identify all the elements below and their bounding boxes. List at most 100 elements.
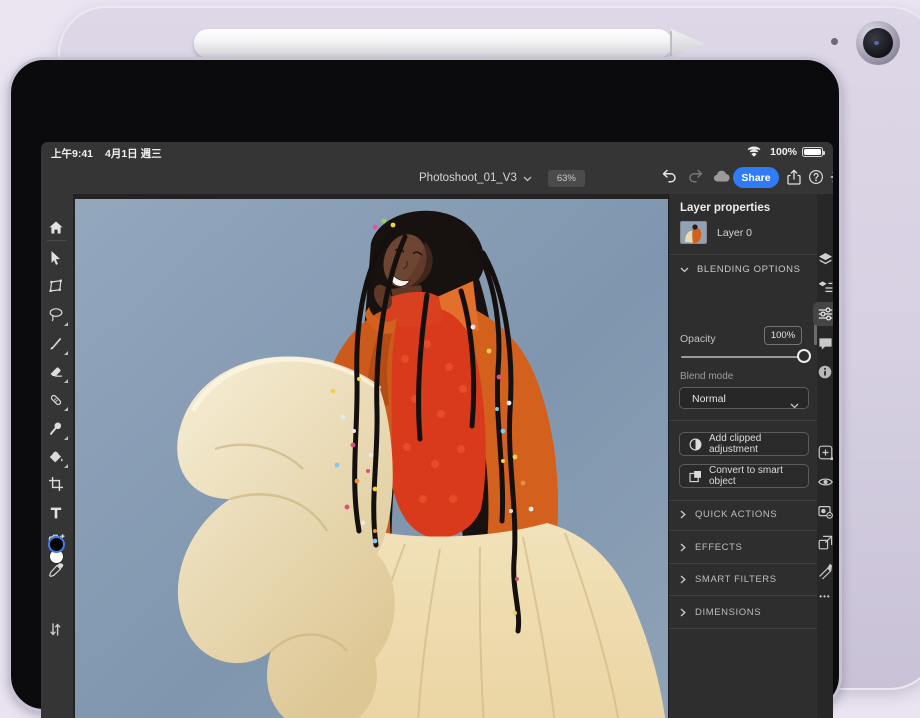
section-effects[interactable]: EFFECTS bbox=[680, 537, 742, 557]
tool-options-indicator bbox=[64, 407, 68, 411]
layer-name: Layer 0 bbox=[717, 227, 752, 239]
layer-mask-icon[interactable] bbox=[813, 500, 833, 524]
effects-label: EFFECTS bbox=[695, 542, 742, 553]
divider bbox=[669, 530, 818, 531]
divider bbox=[669, 420, 818, 421]
add-clipped-adjustment-button[interactable]: Add clipped adjustment bbox=[679, 432, 809, 456]
product-scene: 上午9:41 4月1日 週三 100% Photoshoot_01_V3 63% bbox=[0, 0, 920, 718]
cloud-sync-icon[interactable] bbox=[713, 169, 731, 187]
share-button[interactable]: Share bbox=[733, 167, 779, 188]
heal-icon[interactable] bbox=[813, 558, 833, 582]
divider bbox=[669, 595, 818, 596]
tool-options-indicator bbox=[64, 322, 68, 326]
front-ipad: 上午9:41 4月1日 週三 100% Photoshoot_01_V3 63% bbox=[8, 57, 842, 712]
quick-actions-label: QUICK ACTIONS bbox=[695, 509, 777, 520]
color-swatches[interactable] bbox=[46, 536, 68, 566]
chevron-right-icon bbox=[680, 543, 686, 552]
adjustments-icon-selected[interactable] bbox=[813, 302, 833, 326]
tool-options-indicator bbox=[64, 436, 68, 440]
section-quick-actions[interactable]: QUICK ACTIONS bbox=[680, 504, 777, 524]
swap-colors-icon[interactable] bbox=[48, 622, 66, 640]
move-tool[interactable] bbox=[48, 250, 66, 268]
panel-icon-strip: ••• bbox=[817, 194, 833, 718]
chevron-right-icon bbox=[680, 575, 686, 584]
smart-filters-label: SMART FILTERS bbox=[695, 574, 777, 585]
layers-icon[interactable] bbox=[813, 247, 833, 271]
type-tool[interactable] bbox=[48, 505, 66, 523]
chevron-right-icon bbox=[680, 510, 686, 519]
chevron-down-icon bbox=[680, 267, 689, 273]
home-button[interactable] bbox=[48, 220, 66, 238]
document-name: Photoshoot_01_V3 bbox=[419, 172, 517, 184]
chevron-down-icon bbox=[790, 396, 799, 414]
photo-layer bbox=[75, 199, 668, 718]
apple-pencil-body bbox=[194, 29, 672, 58]
layer-properties-panel: Layer properties Layer 0 BLENDING OPTION… bbox=[668, 194, 817, 718]
divider bbox=[669, 254, 818, 255]
ipad-screen: 上午9:41 4月1日 週三 100% Photoshoot_01_V3 63% bbox=[41, 142, 833, 718]
foreground-color-swatch[interactable] bbox=[48, 536, 65, 553]
blend-mode-value: Normal bbox=[692, 393, 726, 405]
crop-tool[interactable] bbox=[48, 476, 66, 494]
opacity-slider-track[interactable] bbox=[681, 356, 807, 358]
opacity-slider-knob[interactable] bbox=[797, 349, 811, 363]
more-options-icon[interactable]: ••• bbox=[811, 592, 833, 601]
blending-options-header[interactable]: BLENDING OPTIONS bbox=[680, 264, 801, 275]
add-clipped-adjustment-label: Add clipped adjustment bbox=[709, 433, 808, 455]
apple-pencil-seam bbox=[670, 31, 672, 56]
divider bbox=[669, 563, 818, 564]
visibility-icon[interactable] bbox=[813, 470, 833, 494]
battery-percent: 100% bbox=[770, 146, 797, 158]
convert-smart-object-label: Convert to smart object bbox=[709, 465, 808, 487]
section-smart-filters[interactable]: SMART FILTERS bbox=[680, 569, 777, 589]
divider bbox=[669, 628, 818, 629]
place-embedded-icon[interactable] bbox=[813, 530, 833, 554]
blend-mode-label: Blend mode bbox=[680, 371, 733, 382]
rear-camera-glint bbox=[874, 41, 879, 45]
toolbar-divider bbox=[47, 240, 67, 241]
transform-tool[interactable] bbox=[48, 278, 66, 296]
layer-properties-icon[interactable] bbox=[813, 275, 833, 299]
wifi-icon bbox=[747, 145, 761, 160]
chevron-right-icon bbox=[680, 608, 686, 617]
tools-sidebar bbox=[41, 194, 73, 718]
share-label: Share bbox=[741, 172, 770, 184]
convert-smart-object-button[interactable]: Convert to smart object bbox=[679, 464, 809, 488]
document-canvas[interactable] bbox=[73, 194, 668, 718]
chevron-down-icon bbox=[523, 169, 532, 187]
export-icon[interactable] bbox=[786, 169, 804, 187]
tool-options-indicator bbox=[64, 379, 68, 383]
opacity-label: Opacity bbox=[680, 333, 716, 345]
tool-options-indicator bbox=[64, 351, 68, 355]
status-bar: 上午9:41 4月1日 週三 100% bbox=[41, 142, 833, 162]
undo-button[interactable] bbox=[661, 169, 679, 187]
zoom-level-badge[interactable]: 63% bbox=[548, 170, 585, 187]
document-title-menu[interactable]: Photoshoot_01_V3 63% bbox=[419, 169, 585, 187]
section-dimensions[interactable]: DIMENSIONS bbox=[680, 602, 761, 622]
blend-mode-select[interactable]: Normal bbox=[679, 387, 809, 409]
opacity-value-field[interactable]: 100% bbox=[764, 326, 802, 345]
lasso-tool[interactable] bbox=[48, 307, 66, 325]
layer-thumbnail bbox=[680, 221, 707, 244]
dimensions-label: DIMENSIONS bbox=[695, 607, 761, 618]
info-icon[interactable] bbox=[813, 360, 833, 384]
adjustment-icon bbox=[689, 438, 702, 451]
settings-gear-icon[interactable] bbox=[830, 169, 833, 187]
fill-tool[interactable] bbox=[48, 449, 66, 467]
eraser-tool[interactable] bbox=[48, 364, 66, 382]
panel-title: Layer properties bbox=[680, 202, 770, 214]
status-time: 上午9:41 bbox=[51, 146, 93, 161]
smart-object-icon bbox=[689, 470, 702, 483]
tool-options-indicator bbox=[64, 464, 68, 468]
healing-tool[interactable] bbox=[48, 392, 66, 410]
app-toolbar: Photoshoot_01_V3 63% Share bbox=[41, 162, 833, 194]
add-layer-icon[interactable] bbox=[813, 440, 833, 464]
brush-tool[interactable] bbox=[48, 336, 66, 354]
smudge-tool[interactable] bbox=[48, 421, 66, 439]
status-date: 4月1日 週三 bbox=[105, 146, 162, 161]
layer-row[interactable]: Layer 0 bbox=[675, 218, 812, 248]
comments-icon[interactable] bbox=[813, 332, 833, 356]
redo-button[interactable] bbox=[688, 169, 706, 187]
blending-options-label: BLENDING OPTIONS bbox=[697, 264, 801, 275]
help-icon[interactable] bbox=[808, 169, 826, 187]
